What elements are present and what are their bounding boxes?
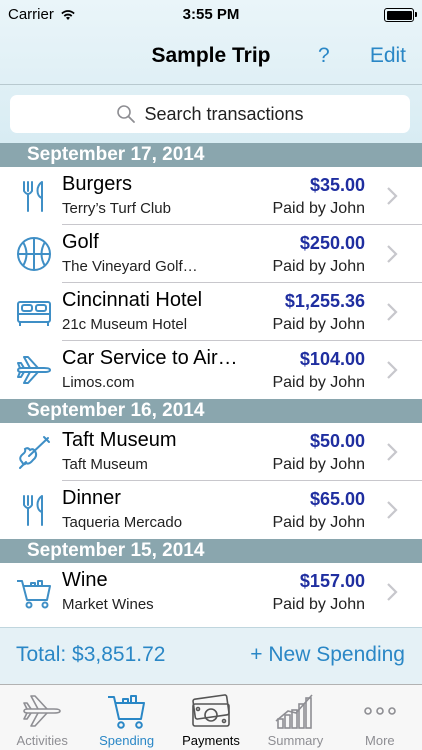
transaction-subtitle: The Vineyard Golf…	[62, 258, 198, 275]
transaction-title: Cincinnati Hotel	[62, 289, 203, 311]
total-bar: Total: $3,851.72 + New Spending	[0, 627, 422, 684]
transaction-subtitle: Taqueria Mercado	[62, 514, 183, 531]
navigation-bar: Sample Trip ? Edit	[0, 34, 422, 82]
tab-more[interactable]: More	[338, 685, 422, 750]
tab-payments[interactable]: Payments	[169, 685, 253, 750]
search-input[interactable]: Search transactions	[10, 95, 410, 133]
section-header: September 17, 2014	[0, 143, 422, 167]
page-title: Sample Trip	[151, 44, 271, 67]
help-button[interactable]: ?	[318, 44, 330, 68]
chevron-right-icon	[387, 245, 398, 263]
transaction-title: Car Service to Air…	[62, 347, 238, 369]
fork-knife-icon	[14, 490, 54, 530]
transaction-row[interactable]: Cincinnati Hotel 21c Museum Hotel $1,255…	[0, 283, 422, 341]
transaction-title: Golf	[62, 231, 99, 253]
chevron-right-icon	[387, 501, 398, 519]
basketball-icon	[14, 234, 54, 274]
transaction-row[interactable]: Taft Museum Taft Museum $50.00 Paid by J…	[0, 423, 422, 481]
transaction-row[interactable]: Dinner Taqueria Mercado $65.00 Paid by J…	[0, 481, 422, 539]
transaction-row[interactable]: Golf The Vineyard Golf… $250.00 Paid by …	[0, 225, 422, 283]
bed-icon	[14, 292, 54, 332]
tab-summary[interactable]: Summary	[253, 685, 337, 750]
money-icon	[192, 694, 230, 727]
tab-label: Payments	[182, 733, 240, 748]
total-amount: Total: $3,851.72	[16, 643, 166, 666]
tab-label: More	[365, 733, 395, 748]
bar-chart-icon	[275, 694, 314, 729]
transaction-subtitle: Market Wines	[62, 596, 154, 613]
section-header: September 16, 2014	[0, 399, 422, 423]
transaction-amount: $104.00	[299, 349, 365, 369]
transaction-subtitle: Limos.com	[62, 374, 135, 391]
transaction-amount: $50.00	[309, 431, 365, 451]
battery-icon	[384, 8, 417, 22]
tab-activities[interactable]: Activities	[0, 685, 84, 750]
search-icon	[117, 105, 136, 123]
paid-by-label: Paid by John	[272, 316, 365, 333]
transaction-amount: $35.00	[309, 175, 365, 195]
transaction-subtitle: 21c Museum Hotel	[62, 316, 188, 333]
new-spending-button[interactable]: + New Spending	[250, 643, 405, 667]
shopping-cart-icon	[107, 695, 145, 729]
tab-bar: Activities Spending Payments Summary Mor…	[0, 684, 422, 750]
chevron-right-icon	[387, 187, 398, 205]
transaction-row[interactable]: Wine Market Wines $157.00 Paid by John	[0, 563, 422, 621]
tab-label: Spending	[99, 733, 155, 748]
transaction-row[interactable]: Car Service to Air… Limos.com $104.00 Pa…	[0, 341, 422, 399]
airplane-icon	[14, 350, 54, 390]
chevron-right-icon	[387, 303, 398, 321]
transaction-title: Taft Museum	[62, 429, 177, 451]
violin-icon	[14, 432, 54, 472]
paid-by-label: Paid by John	[272, 456, 365, 473]
paid-by-label: Paid by John	[272, 200, 365, 217]
transaction-amount: $65.00	[309, 489, 365, 509]
transaction-title: Dinner	[62, 487, 121, 509]
fork-knife-icon	[14, 176, 54, 216]
transaction-amount: $250.00	[299, 233, 365, 253]
airplane-icon	[23, 695, 62, 727]
transaction-title: Burgers	[62, 173, 133, 195]
paid-by-label: Paid by John	[272, 514, 365, 531]
tab-spending[interactable]: Spending	[84, 685, 168, 750]
paid-by-label: Paid by John	[272, 374, 365, 391]
status-bar: Carrier 3:55 PM	[0, 0, 422, 32]
more-dots-icon	[364, 707, 396, 715]
shopping-cart-icon	[14, 572, 54, 612]
tab-label: Summary	[267, 733, 324, 748]
transaction-subtitle: Taft Museum	[62, 456, 148, 473]
section-header: September 15, 2014	[0, 539, 422, 563]
tab-label: Activities	[16, 733, 68, 748]
paid-by-label: Paid by John	[272, 596, 365, 613]
status-time: 3:55 PM	[182, 6, 240, 23]
header: Carrier 3:55 PM Sample Trip ? Edit Searc…	[0, 0, 422, 143]
nav-divider	[0, 84, 422, 85]
edit-button[interactable]: Edit	[370, 44, 406, 68]
search-placeholder: Search transactions	[144, 103, 304, 124]
paid-by-label: Paid by John	[272, 258, 365, 275]
chevron-right-icon	[387, 583, 398, 601]
transaction-amount: $157.00	[299, 571, 365, 591]
transaction-title: Wine	[62, 569, 108, 591]
transaction-amount: $1,255.36	[284, 291, 365, 311]
chevron-right-icon	[387, 361, 398, 379]
transaction-subtitle: Terry’s Turf Club	[62, 200, 171, 217]
transaction-row[interactable]: Burgers Terry’s Turf Club $35.00 Paid by…	[0, 167, 422, 225]
chevron-right-icon	[387, 443, 398, 461]
